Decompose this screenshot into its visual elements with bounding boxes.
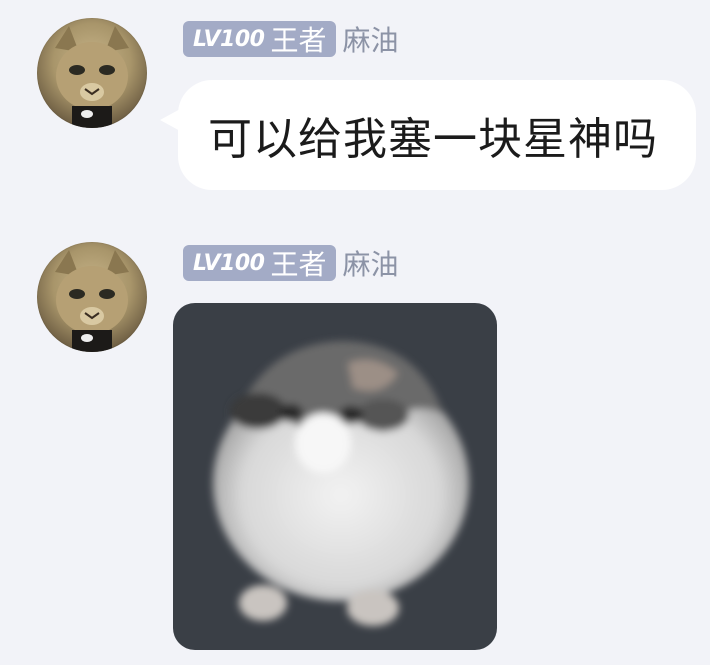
sender-nickname[interactable]: 麻油 — [342, 19, 398, 59]
rank-title: 王者 — [270, 248, 327, 281]
sender-meta: LV100 王者 麻油 — [183, 19, 398, 59]
sender-meta: LV100 王者 麻油 — [183, 243, 398, 283]
message-text: 可以给我塞一块星神吗 — [208, 114, 658, 165]
sender-nickname[interactable]: 麻油 — [342, 243, 398, 283]
rank-title: 王者 — [270, 24, 327, 57]
cat-avatar-icon[interactable] — [37, 18, 147, 128]
cat-avatar-icon[interactable] — [37, 242, 147, 352]
message-bubble[interactable]: 可以给我塞一块星神吗 — [178, 80, 696, 190]
level-label: LV100 — [193, 250, 265, 276]
chat-message: LV100 王者 麻油 可以给我塞一块星神吗 — [0, 0, 710, 200]
level-label: LV100 — [193, 26, 265, 52]
level-badge: LV100 王者 — [183, 245, 337, 281]
round-cat-sticker-icon[interactable] — [173, 303, 497, 650]
level-badge: LV100 王者 — [183, 21, 337, 57]
